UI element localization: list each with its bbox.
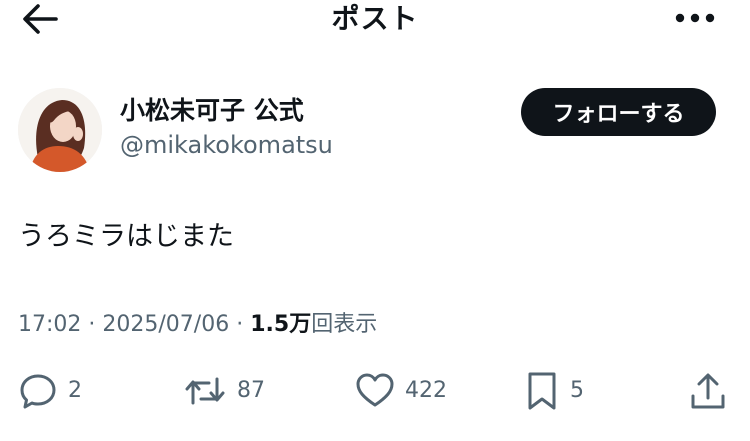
views-count: 1.5万: [250, 312, 312, 337]
repost-button[interactable]: 87: [183, 368, 265, 414]
post-text: うろミラはじまた: [18, 221, 234, 252]
heart-icon: [355, 371, 395, 411]
bookmark-count: 5: [570, 378, 584, 403]
more-options-icon[interactable]: [673, 10, 717, 30]
like-count: 422: [405, 378, 447, 403]
meta-separator: ·: [236, 312, 244, 337]
display-name[interactable]: 小松未可子 公式: [120, 95, 304, 127]
like-button[interactable]: 422: [355, 368, 447, 414]
reply-button[interactable]: 2: [18, 368, 82, 414]
share-icon: [688, 370, 728, 412]
bookmark-icon: [524, 370, 560, 412]
reply-icon: [18, 371, 58, 411]
views-label: 回表示: [311, 312, 378, 337]
avatar[interactable]: [18, 88, 102, 172]
reply-count: 2: [68, 378, 82, 403]
meta-separator: ·: [88, 312, 96, 337]
post-date[interactable]: 2025/07/06: [102, 312, 229, 337]
bookmark-button[interactable]: 5: [524, 368, 584, 414]
repost-icon: [183, 371, 227, 411]
post-time[interactable]: 17:02: [18, 312, 81, 337]
follow-button[interactable]: フォローする: [521, 88, 716, 136]
user-handle[interactable]: @mikakokomatsu: [120, 130, 333, 160]
share-button[interactable]: [688, 368, 728, 414]
repost-count: 87: [237, 378, 265, 403]
post-meta: 17:02 · 2025/07/06 · 1.5万回表示: [18, 309, 377, 341]
page-title: ポスト: [331, 2, 419, 35]
